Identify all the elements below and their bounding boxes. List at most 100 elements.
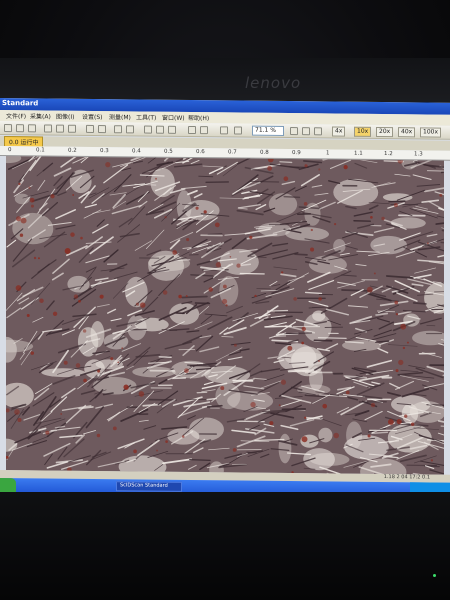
print-icon[interactable] <box>28 124 36 133</box>
grid-icon[interactable] <box>234 126 242 135</box>
menu-item-settings[interactable]: 设置(S) <box>82 112 103 121</box>
cell <box>138 402 156 413</box>
paste-icon[interactable] <box>68 124 76 133</box>
debris <box>30 351 35 355</box>
ruler-tick: 0.9 <box>292 150 301 157</box>
debris <box>333 432 340 439</box>
measure-line-icon[interactable] <box>188 125 196 135</box>
background-patch <box>132 366 176 378</box>
cell <box>85 406 105 429</box>
cell <box>412 174 432 180</box>
monitor-bezel-top <box>0 58 450 102</box>
debris <box>318 168 321 171</box>
copy-icon[interactable] <box>56 124 64 133</box>
cell <box>347 305 369 308</box>
cell <box>379 300 409 307</box>
cell <box>292 326 321 328</box>
menu-item-image[interactable]: 图像(I) <box>56 112 74 121</box>
cell <box>368 201 390 205</box>
cut-icon[interactable] <box>44 124 52 133</box>
objective-4x-button[interactable]: 4x <box>332 126 346 137</box>
cell <box>389 382 401 389</box>
microscope-image-viewport[interactable] <box>6 156 444 475</box>
monitor-brand-logo: lenovo <box>245 74 302 92</box>
debris <box>178 294 182 299</box>
cell <box>208 166 224 175</box>
cell <box>438 343 444 349</box>
cell <box>60 156 84 168</box>
cell <box>294 253 308 256</box>
menu-item-window[interactable]: 窗口(W) <box>162 113 185 122</box>
debris <box>6 455 9 459</box>
cell <box>239 348 250 352</box>
cell <box>52 258 70 274</box>
cell <box>55 209 76 220</box>
ruler-tick: 0.3 <box>100 148 109 155</box>
monitor-screen: Standard 文件(F) 采集(A) 图像(I) 设置(S) 测量(M) 工… <box>0 98 450 497</box>
fit-window-icon[interactable] <box>290 127 298 136</box>
open-icon[interactable] <box>4 124 12 133</box>
cell <box>358 401 387 403</box>
select-icon[interactable] <box>168 125 176 134</box>
cell <box>342 232 358 239</box>
cell <box>46 300 55 311</box>
capture-icon[interactable] <box>114 125 122 134</box>
zoom-out-icon[interactable] <box>156 125 164 134</box>
background-patch <box>278 433 292 464</box>
background-patch <box>303 448 335 471</box>
cell <box>173 163 203 168</box>
menu-item-tools[interactable]: 工具(T) <box>136 112 156 121</box>
actual-size-icon[interactable] <box>302 127 310 136</box>
objective-10x-button[interactable]: 10x <box>354 126 372 137</box>
cell <box>373 227 395 233</box>
cell <box>357 223 375 229</box>
ruler-tick: 1.1 <box>354 150 363 157</box>
debris <box>395 312 399 316</box>
undo-icon[interactable] <box>86 124 94 133</box>
background-patch <box>6 382 34 409</box>
debris <box>33 256 37 260</box>
objective-100x-button[interactable]: 100x <box>420 127 442 138</box>
cell <box>314 192 329 196</box>
cell <box>85 255 110 264</box>
redo-icon[interactable] <box>98 125 106 134</box>
zoom-in-icon[interactable] <box>144 125 152 134</box>
menu-item-help[interactable]: 帮助(H) <box>188 113 209 122</box>
tab-live-view[interactable]: 0.0 运行中 <box>4 136 44 147</box>
debris <box>156 449 159 452</box>
measure-angle-icon[interactable] <box>200 126 208 135</box>
objective-20x-button[interactable]: 20x <box>376 126 394 138</box>
cell <box>237 174 259 191</box>
cell <box>187 464 197 470</box>
cell <box>297 213 311 215</box>
cell <box>128 206 146 225</box>
cell <box>426 365 444 374</box>
cell <box>103 249 119 263</box>
debris <box>400 323 407 330</box>
cell <box>440 425 444 428</box>
cell <box>169 231 194 244</box>
cell <box>6 239 17 248</box>
save-icon[interactable] <box>16 124 24 133</box>
camera-icon[interactable] <box>126 125 134 134</box>
objective-40x-button[interactable]: 40x <box>398 127 416 138</box>
cell <box>78 247 94 263</box>
cell <box>344 245 358 250</box>
cell <box>12 238 33 262</box>
cell <box>96 303 110 308</box>
cell <box>429 469 444 475</box>
cell <box>440 167 444 174</box>
rotate-icon[interactable] <box>220 126 228 135</box>
menu-item-file[interactable]: 文件(F) <box>6 111 26 120</box>
cell <box>317 337 347 339</box>
cell <box>38 202 48 211</box>
start-button[interactable] <box>0 478 16 493</box>
menu-item-capture[interactable]: 采集(A) <box>30 111 51 120</box>
zoom-field[interactable]: 71.1 % <box>252 125 284 136</box>
taskbar-app-button[interactable]: ScIDScan Standard <box>116 481 182 492</box>
cell <box>387 391 402 397</box>
cell <box>126 365 135 370</box>
cell <box>199 306 209 315</box>
menu-item-measure[interactable]: 测量(M) <box>109 112 131 121</box>
full-screen-icon[interactable] <box>314 127 322 136</box>
